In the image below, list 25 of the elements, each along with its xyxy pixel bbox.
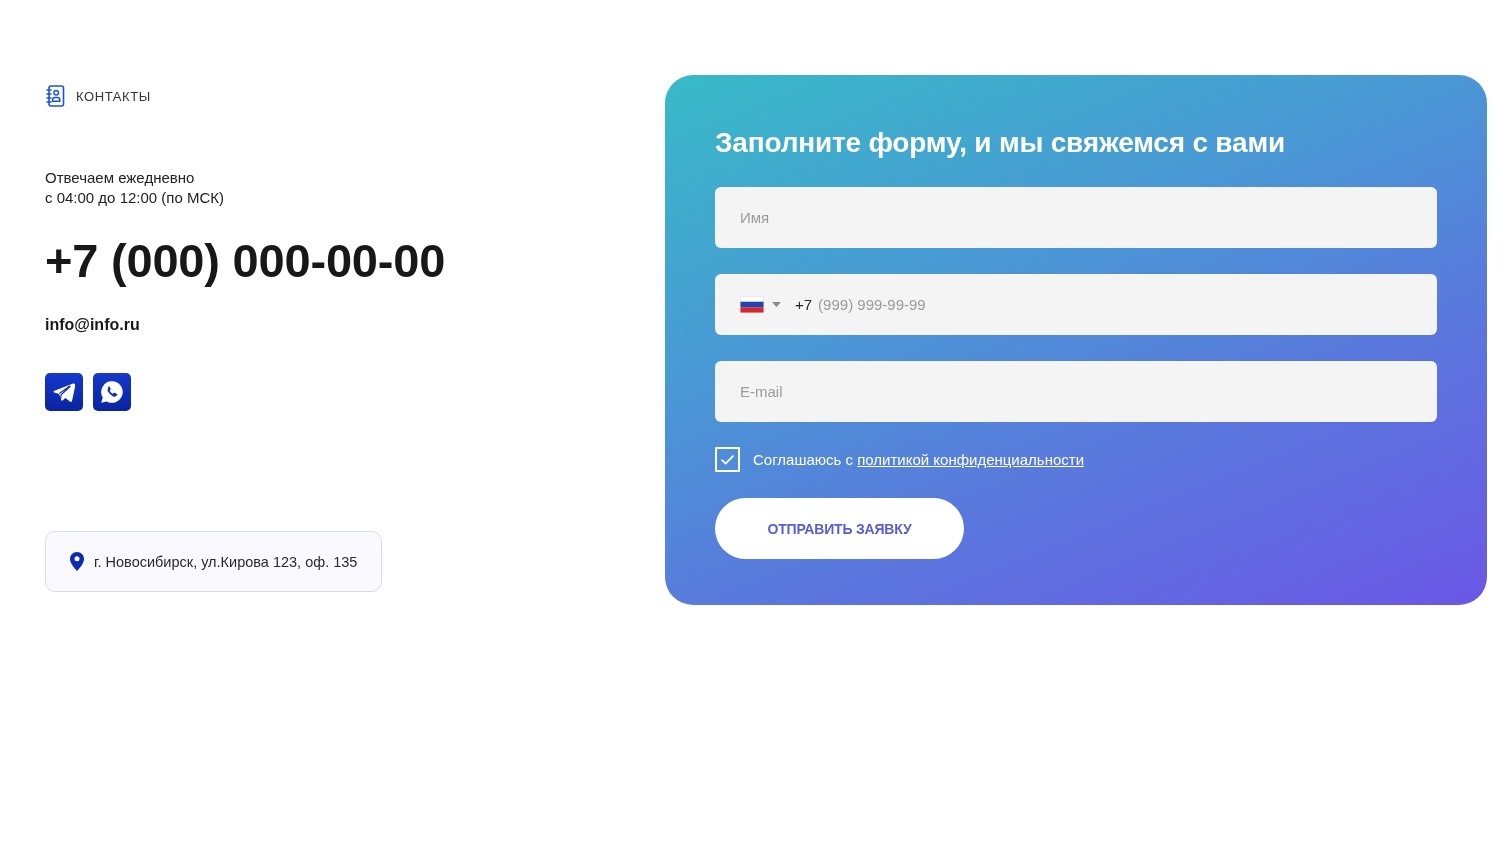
country-picker[interactable] [740,296,781,313]
caret-icon [772,302,781,307]
contact-book-icon [45,85,65,107]
section-label: КОНТАКТЫ [76,88,151,104]
email-link[interactable]: info@info.ru [45,314,140,336]
country-code: +7 [795,296,813,313]
consent-text: Соглашаюсь с политикой конфиденциальности [753,451,1085,468]
messenger-button[interactable] [45,373,83,411]
email-field[interactable]: E-mail [715,361,1437,422]
name-field[interactable]: Имя [715,187,1437,248]
phone-input[interactable]: (999) 999-99-99 [812,274,1412,335]
chat-phone-icon [101,381,123,403]
paper-plane-icon [53,381,75,403]
privacy-policy-link[interactable]: политикой конфиденциальности [857,451,1085,468]
working-hours-text: Отвечаем ежедневно с 04:00 до 12:00 (по МСК) [45,168,225,208]
address-text: г. Новосибирск, ул.Кирова 123, оф. 135 [94,553,358,570]
check-icon [721,454,734,465]
phone-field[interactable]: +7 (999) 999-99-99 [715,274,1437,335]
agree-checkbox[interactable] [715,447,740,472]
submit-button[interactable]: ОТПРАВИТЬ ЗАЯВКУ [715,498,964,559]
messenger-button[interactable] [93,373,131,411]
flag-icon [740,296,764,313]
form-title: Заполните форму, и мы свяжемся с вами [715,126,1285,160]
phone-number: +7 (000) 000-00-00 [45,235,446,287]
map-pin-icon [70,552,84,571]
